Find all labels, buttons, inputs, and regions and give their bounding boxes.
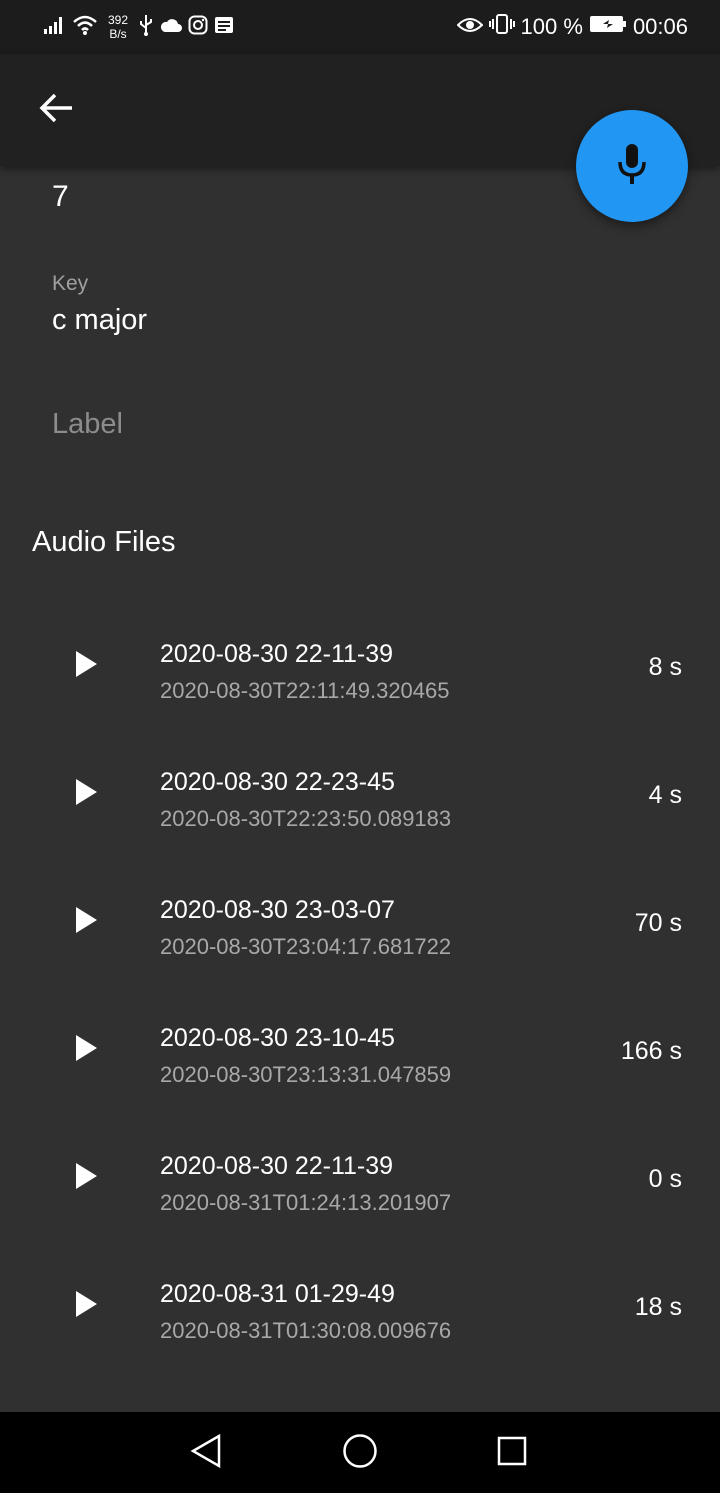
play-button[interactable]: [60, 1024, 112, 1076]
audio-file-item[interactable]: 2020-08-31 01-29-49 2020-08-31T01:30:08.…: [0, 1230, 720, 1358]
battery-percent: 100 %: [520, 14, 583, 39]
triangle-back-icon: [189, 1433, 223, 1474]
play-icon: [74, 906, 98, 939]
play-icon: [74, 1162, 98, 1195]
arrow-back-icon: [38, 92, 74, 129]
audio-file-title: 2020-08-30 22-11-39: [160, 1152, 394, 1180]
network-speed-unit: B/s: [109, 27, 127, 41]
audio-file-timestamp: 2020-08-30T23:04:17.681722: [160, 934, 452, 959]
circle-home-icon: [342, 1433, 378, 1474]
label-field[interactable]: Label: [52, 408, 123, 441]
audio-file-timestamp: 2020-08-31T01:30:08.009676: [160, 1318, 452, 1343]
audio-file-item[interactable]: 2020-08-30 23-03-07 2020-08-30T23:04:17.…: [0, 846, 720, 974]
play-button[interactable]: [60, 896, 112, 948]
record-button[interactable]: [576, 110, 688, 222]
play-button[interactable]: [60, 768, 112, 820]
status-bar-left: 392 B/s: [44, 10, 234, 44]
audio-file-timestamp: 2020-08-30T22:23:50.089183: [160, 806, 452, 831]
clock: 00:06: [632, 14, 688, 39]
microphone-icon: [615, 142, 649, 191]
usb-icon: [138, 14, 154, 41]
audio-file-item[interactable]: 2020-08-30 22-11-39 2020-08-31T01:24:13.…: [0, 1102, 720, 1230]
audio-file-duration: 4 s: [648, 781, 682, 809]
key-field-value[interactable]: c major: [52, 304, 147, 337]
nav-recents-button[interactable]: [489, 1430, 535, 1476]
audio-file-item[interactable]: 2020-08-30 22-11-39 2020-08-30T22:11:49.…: [0, 590, 720, 718]
audio-file-title: 2020-08-31 01-29-49: [160, 1280, 395, 1308]
nav-back-button[interactable]: [183, 1430, 229, 1476]
play-icon: [74, 778, 98, 811]
network-speed-value: 392: [108, 13, 129, 27]
audio-file-title: 2020-08-30 23-10-45: [160, 1024, 395, 1052]
audio-file-duration: 166 s: [620, 1037, 682, 1065]
eye-icon: [456, 14, 483, 40]
status-bar-right: 100 % 00:06: [456, 10, 688, 44]
cut-off-field-value[interactable]: 7: [52, 180, 69, 214]
audio-file-item[interactable]: 2020-08-30 22-23-45 2020-08-30T22:23:50.…: [0, 718, 720, 846]
audio-files-heading: Audio Files: [32, 526, 176, 558]
instagram-icon: [188, 15, 208, 40]
audio-file-list: 2020-08-30 22-11-39 2020-08-30T22:11:49.…: [0, 590, 720, 1358]
nav-home-button[interactable]: [337, 1430, 383, 1476]
play-button[interactable]: [60, 1280, 112, 1332]
cloud-icon: [160, 17, 183, 38]
wifi-icon: [72, 14, 98, 41]
back-button[interactable]: [28, 84, 84, 136]
audio-file-timestamp: 2020-08-30T23:13:31.047859: [160, 1062, 452, 1087]
signal-icon: [44, 15, 66, 40]
square-recents-icon: [496, 1435, 528, 1472]
audio-file-duration: 18 s: [634, 1293, 682, 1321]
audio-file-timestamp: 2020-08-30T22:11:49.320465: [160, 678, 450, 703]
play-icon: [74, 1034, 98, 1067]
vibrate-icon: [488, 13, 515, 41]
play-icon: [74, 650, 98, 683]
key-field-label: Key: [52, 272, 89, 295]
play-button[interactable]: [60, 1152, 112, 1204]
system-nav-bar: [0, 1412, 720, 1493]
audio-file-duration: 0 s: [648, 1165, 682, 1193]
play-button[interactable]: [60, 640, 112, 692]
battery-icon: [589, 14, 627, 40]
audio-file-title: 2020-08-30 22-23-45: [160, 768, 395, 796]
status-bar: 392 B/s 100 % 00:06: [0, 0, 720, 54]
news-icon: [214, 16, 234, 39]
audio-file-title: 2020-08-30 22-11-39: [160, 640, 394, 668]
audio-file-duration: 8 s: [648, 653, 682, 681]
play-icon: [74, 1290, 98, 1323]
audio-file-duration: 70 s: [634, 909, 682, 937]
network-speed: 392 B/s: [108, 13, 128, 41]
audio-file-item[interactable]: 2020-08-30 23-10-45 2020-08-30T23:13:31.…: [0, 974, 720, 1102]
audio-file-title: 2020-08-30 23-03-07: [160, 896, 395, 924]
audio-file-timestamp: 2020-08-31T01:24:13.201907: [160, 1190, 452, 1215]
